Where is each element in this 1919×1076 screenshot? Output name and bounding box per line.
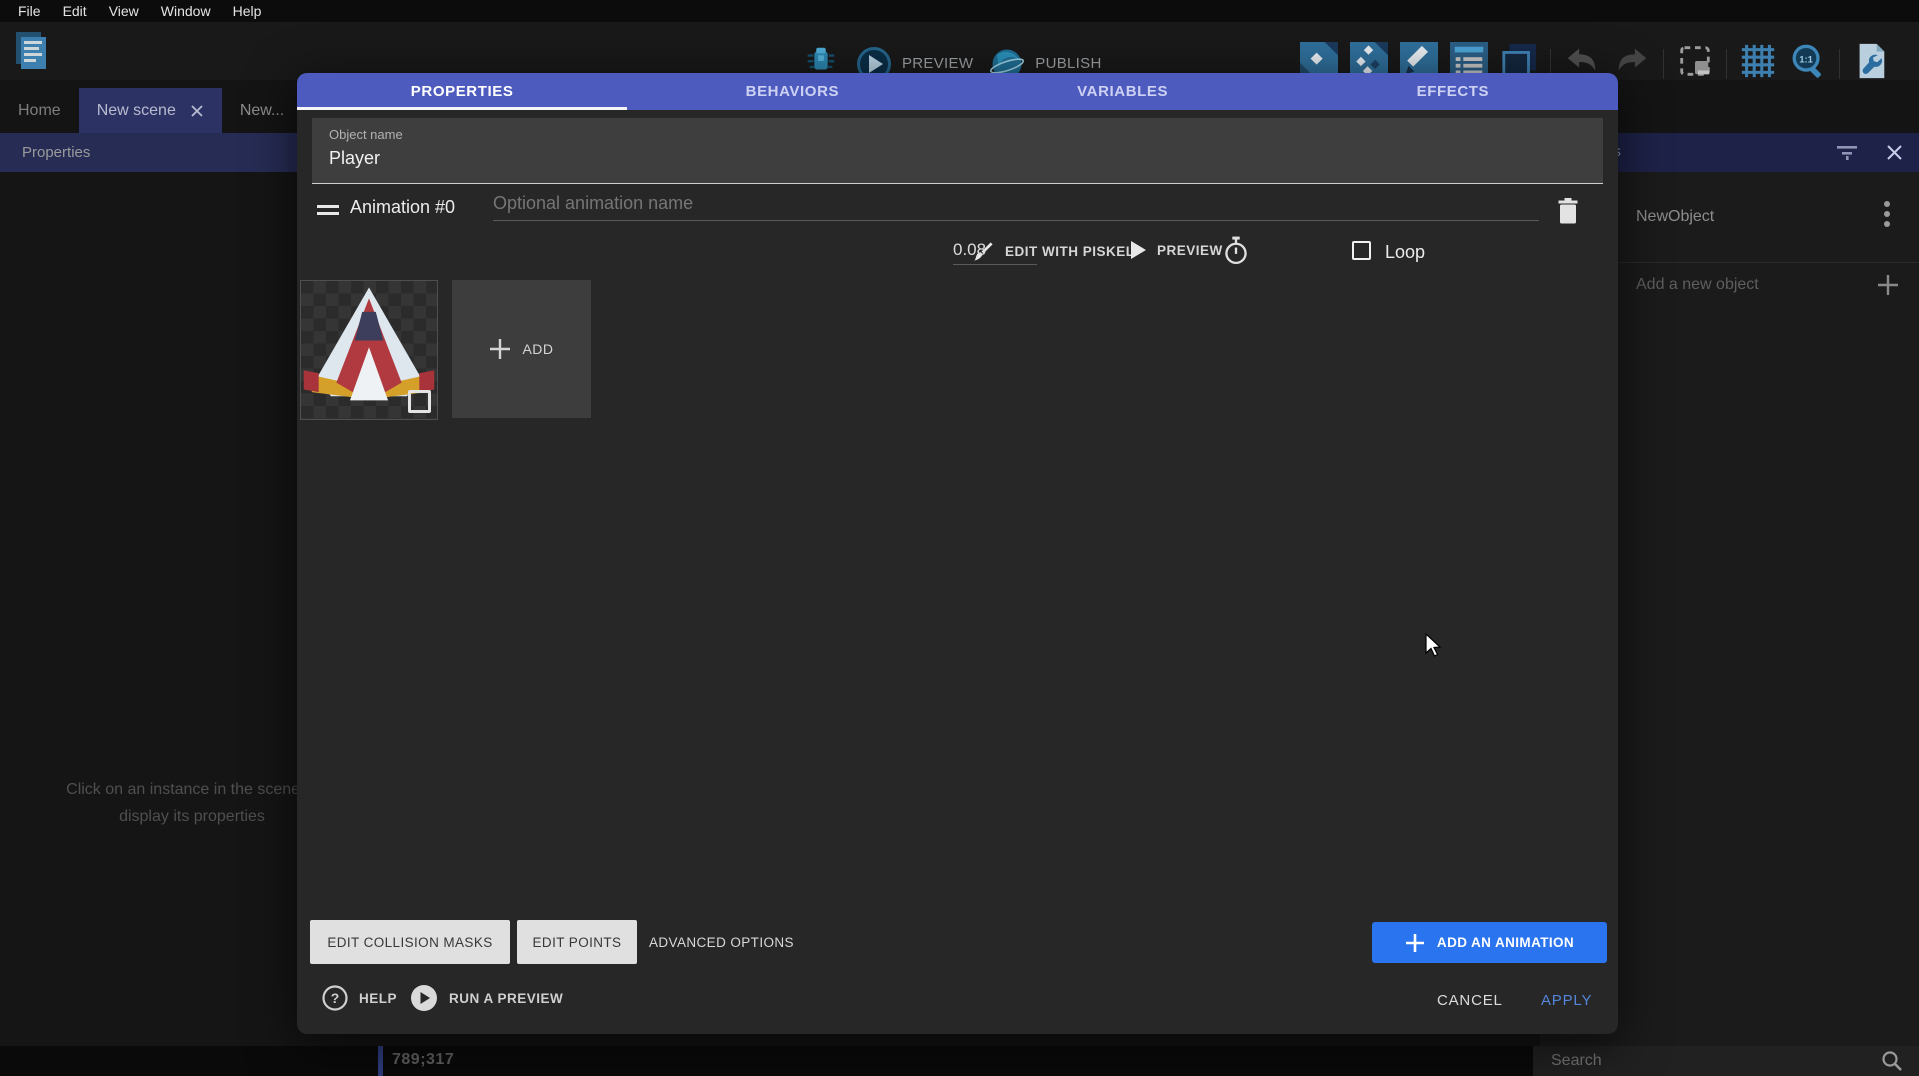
properties-panel-title: Properties	[22, 144, 90, 161]
zoom-1-1-button[interactable]: 1:1	[1789, 42, 1827, 85]
dialog-tab-bar: PROPERTIES BEHAVIORS VARIABLES EFFECTS	[297, 73, 1618, 110]
object-name-input[interactable]	[329, 148, 1569, 169]
preview-animation-label: PREVIEW	[1157, 243, 1223, 258]
menu-edit[interactable]: Edit	[53, 3, 97, 19]
plus-icon	[1405, 933, 1425, 953]
project-manager-icon	[10, 28, 54, 74]
question-glyph: ?	[331, 990, 340, 1006]
animation-controls-row: EDIT WITH PISKEL PREVIEW Loop	[297, 236, 1618, 276]
tab-behaviors[interactable]: BEHAVIORS	[627, 73, 957, 110]
selection-mask-button[interactable]	[1676, 42, 1714, 85]
filter-icon[interactable]	[1836, 144, 1858, 162]
zoom-1-1-icon: 1:1	[1789, 42, 1827, 80]
close-panel-icon[interactable]	[1886, 144, 1903, 161]
cancel-button[interactable]: CANCEL	[1425, 986, 1515, 1015]
help-label: HELP	[359, 991, 397, 1006]
loop-checkbox[interactable]	[1352, 241, 1371, 260]
time-between-frames-input[interactable]	[953, 240, 1037, 265]
grid-icon	[1739, 42, 1777, 80]
preview-animation-button[interactable]: PREVIEW	[1129, 240, 1223, 260]
tab-effects-label: EFFECTS	[1417, 83, 1490, 100]
search-icon[interactable]	[1881, 1050, 1903, 1072]
grid-button[interactable]	[1739, 42, 1777, 85]
add-an-animation-label: ADD AN ANIMATION	[1437, 935, 1574, 950]
apply-button[interactable]: APPLY	[1529, 986, 1604, 1015]
object-name-label: Object name	[329, 127, 403, 142]
cursor-coordinates: 789;317	[392, 1051, 454, 1069]
animation-name-input[interactable]	[493, 193, 1539, 221]
menu-help[interactable]: Help	[223, 3, 272, 19]
selection-mask-icon	[1676, 42, 1714, 80]
kebab-menu-icon[interactable]	[1884, 200, 1890, 228]
close-tab-icon[interactable]	[190, 104, 204, 118]
trash-icon	[1556, 197, 1580, 225]
toolbar-separator	[1839, 49, 1840, 79]
gdevelop-app: File Edit View Window Help	[0, 0, 1919, 1076]
tab-home[interactable]: Home	[0, 88, 79, 133]
edit-collision-masks-button[interactable]: EDIT COLLISION MASKS	[310, 920, 510, 964]
menu-window[interactable]: Window	[151, 3, 221, 19]
zoom-ratio-label: 1:1	[1799, 54, 1813, 65]
menu-file[interactable]: File	[8, 3, 51, 19]
toolbar-separator	[1726, 49, 1727, 79]
plus-icon[interactable]	[1876, 273, 1900, 297]
tab-effects[interactable]: EFFECTS	[1288, 73, 1618, 110]
animation-drag-handle[interactable]	[317, 205, 339, 217]
tab-new-scene[interactable]: New scene	[79, 88, 222, 133]
object-name-field: Object name	[312, 118, 1603, 184]
loop-label: Loop	[1385, 242, 1425, 263]
toolbar-separator	[1663, 49, 1664, 79]
help-icon: ?	[322, 985, 348, 1011]
add-an-animation-button[interactable]: ADD AN ANIMATION	[1372, 922, 1607, 963]
tab-behaviors-label: BEHAVIORS	[746, 83, 839, 100]
status-bar: 789;317	[0, 1046, 1919, 1076]
project-manager-button[interactable]	[10, 28, 54, 79]
project-settings-button[interactable]	[1852, 42, 1890, 85]
run-a-preview-button[interactable]: RUN A PREVIEW	[410, 984, 563, 1012]
plus-icon	[489, 338, 511, 360]
preview-label: PREVIEW	[902, 55, 973, 72]
tab-new-scene-label: New scene	[97, 102, 176, 120]
redo-icon	[1613, 42, 1651, 80]
tab-properties-label: PROPERTIES	[411, 83, 514, 100]
delete-animation-button[interactable]	[1548, 191, 1588, 231]
add-frame-label: ADD	[522, 341, 553, 357]
panel-divider	[378, 1046, 383, 1076]
animation-frame-thumbnail[interactable]	[300, 280, 438, 420]
toolbar: PREVIEW PUBLISH	[0, 22, 1919, 80]
run-preview-icon	[410, 984, 438, 1012]
menu-bar: File Edit View Window Help	[0, 0, 1919, 22]
tab-new-external[interactable]: New...	[222, 88, 302, 133]
search-input[interactable]	[1533, 1052, 1881, 1070]
play-icon	[1129, 240, 1147, 260]
tab-variables[interactable]: VARIABLES	[958, 73, 1288, 110]
search-bar	[1533, 1046, 1919, 1076]
tab-new-external-label: New...	[240, 102, 284, 120]
advanced-options-button[interactable]: ADVANCED OPTIONS	[649, 935, 794, 950]
edit-points-button[interactable]: EDIT POINTS	[517, 920, 637, 964]
object-editor-dialog: PROPERTIES BEHAVIORS VARIABLES EFFECTS O…	[297, 73, 1618, 1034]
wrench-icon	[1852, 42, 1890, 80]
tab-properties[interactable]: PROPERTIES	[297, 73, 627, 110]
publish-label: PUBLISH	[1035, 55, 1101, 72]
animation-title: Animation #0	[350, 197, 455, 218]
stopwatch-icon	[1222, 236, 1250, 266]
redo-button[interactable]	[1613, 42, 1651, 85]
tab-variables-label: VARIABLES	[1077, 83, 1168, 100]
tab-home-label: Home	[18, 102, 61, 120]
object-item-label: NewObject	[1636, 208, 1714, 226]
help-button[interactable]: ? HELP	[322, 985, 397, 1011]
menu-view[interactable]: View	[99, 3, 149, 19]
add-object-label: Add a new object	[1636, 276, 1759, 294]
frame-select-checkbox[interactable]	[408, 390, 431, 413]
add-frame-button[interactable]: ADD	[452, 280, 591, 418]
run-a-preview-label: RUN A PREVIEW	[449, 991, 563, 1006]
